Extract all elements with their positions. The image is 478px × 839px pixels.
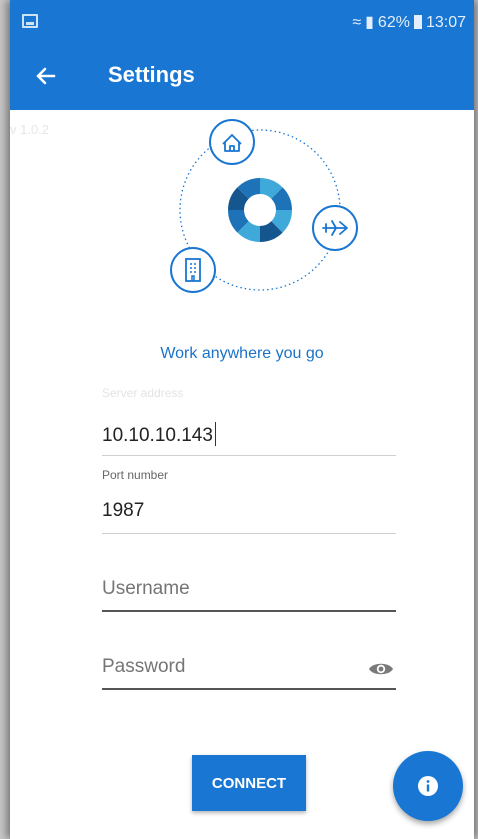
status-indicators: ≈ ▮ 62% 13:07 — [348, 12, 466, 32]
password-underline — [102, 688, 396, 690]
password-input[interactable]: Password — [102, 656, 396, 678]
connectivity-illustration — [150, 110, 370, 310]
status-time: 13:07 — [425, 14, 466, 31]
text-cursor — [214, 422, 216, 446]
version-label: v 1.0.2 — [10, 122, 50, 137]
server-address-label: Server address — [102, 386, 184, 400]
battery-icon — [413, 15, 422, 29]
server-address-field[interactable]: Server address 10.10.10.143 — [102, 386, 396, 458]
home-icon — [209, 119, 255, 165]
server-address-value: 10.10.10.143 — [102, 425, 213, 446]
username-input[interactable]: Username — [102, 578, 396, 600]
port-number-underline — [102, 533, 396, 534]
status-bar: ≈ ▮ 62% 13:07 — [10, 0, 474, 42]
battery-percent: 62% — [377, 14, 410, 31]
port-number-field[interactable]: Port number 1987 — [102, 468, 396, 536]
info-icon — [418, 776, 438, 796]
server-address-underline — [102, 455, 396, 456]
port-number-label: Port number — [102, 468, 169, 482]
back-button[interactable] — [30, 60, 62, 92]
wifi-signal-icon: ≈ — [352, 14, 362, 31]
gallery-notification-icon — [22, 14, 38, 28]
username-underline — [102, 610, 396, 612]
info-button[interactable] — [393, 751, 463, 821]
page-title: Settings — [108, 62, 195, 87]
port-number-input[interactable]: 1987 — [102, 500, 144, 522]
cell-signal-icon: ▮ — [365, 14, 374, 31]
app-bar: Settings — [10, 42, 474, 110]
hub-ring-icon — [228, 178, 292, 242]
illustration-graphic — [170, 119, 358, 293]
connect-button[interactable]: CONNECT — [192, 755, 306, 811]
building-icon — [170, 247, 216, 293]
eye-icon[interactable] — [368, 660, 394, 678]
server-address-input[interactable]: 10.10.10.143 — [102, 422, 216, 447]
tagline: Work anywhere you go — [160, 345, 324, 362]
airplane-icon — [312, 205, 358, 251]
phone-screen: ≈ ▮ 62% 13:07 Settings v 1.0.2 Work anyw… — [10, 0, 474, 839]
arrow-left-icon — [36, 67, 56, 85]
username-field[interactable]: Username — [102, 578, 396, 614]
password-field[interactable]: Password — [102, 656, 396, 692]
